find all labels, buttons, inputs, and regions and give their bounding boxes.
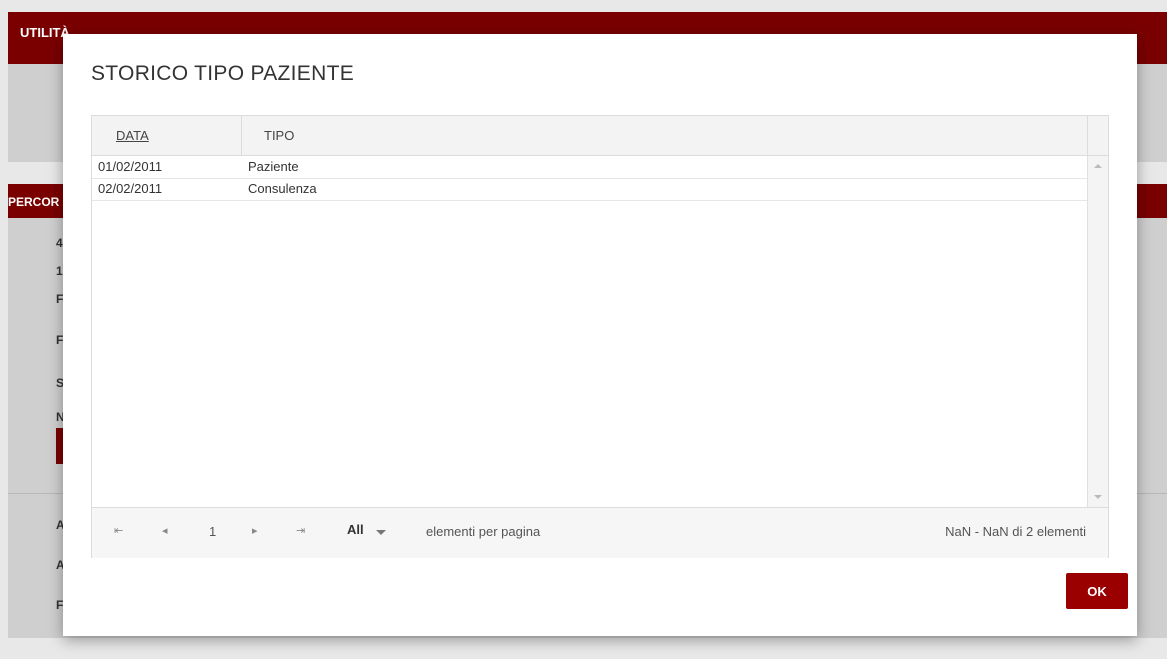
current-page-number[interactable]: 1: [209, 524, 216, 539]
next-page-icon[interactable]: ▸: [252, 524, 258, 537]
cell-type: Consulenza: [248, 181, 317, 196]
table-row[interactable]: 02/02/2011 Consulenza: [92, 178, 1088, 201]
pager-info: NaN - NaN di 2 elementi: [945, 524, 1086, 539]
section-header-title: PERCOR: [8, 195, 60, 209]
cell-date: 01/02/2011: [98, 159, 163, 174]
chevron-down-icon[interactable]: [376, 530, 386, 535]
scroll-down-icon[interactable]: [1094, 495, 1102, 499]
last-page-icon[interactable]: ⇥: [296, 524, 305, 537]
dialog-title: STORICO TIPO PAZIENTE: [91, 62, 355, 85]
background-label: 4: [56, 236, 63, 250]
column-header-date-label[interactable]: DATA: [116, 128, 149, 143]
column-header-type-label[interactable]: TIPO: [264, 128, 294, 143]
first-page-icon[interactable]: ⇤: [114, 524, 123, 537]
page-size-select[interactable]: All: [347, 522, 364, 537]
header-scroll-spacer: [1087, 116, 1108, 155]
pager: ⇤ ◂ 1 ▸ ⇥ All elementi per pagina NaN - …: [92, 507, 1108, 558]
history-grid: DATA TIPO 01/02/2011 Paziente 02/02/2011…: [91, 115, 1109, 558]
column-header-date[interactable]: DATA: [92, 116, 242, 155]
grid-body: 01/02/2011 Paziente 02/02/2011 Consulenz…: [92, 156, 1088, 507]
vertical-scrollbar[interactable]: [1087, 156, 1108, 507]
previous-page-icon[interactable]: ◂: [162, 524, 168, 537]
cell-date: 02/02/2011: [98, 181, 163, 196]
history-dialog: STORICO TIPO PAZIENTE DATA TIPO 01/02/20…: [63, 34, 1137, 636]
page-size-label: elementi per pagina: [426, 524, 541, 539]
background-label: 1: [56, 264, 63, 278]
table-row[interactable]: 01/02/2011 Paziente: [92, 156, 1088, 179]
cell-type: Paziente: [248, 159, 299, 174]
scroll-up-icon[interactable]: [1094, 164, 1102, 168]
ok-button[interactable]: OK: [1066, 573, 1128, 609]
grid-header: DATA TIPO: [92, 116, 1108, 156]
